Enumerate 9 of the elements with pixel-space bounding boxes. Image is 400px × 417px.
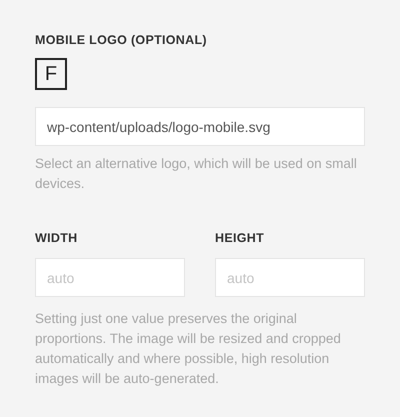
logo-preview: F bbox=[35, 58, 67, 90]
help-text: Setting just one value preserves the original proportions. The image will be resized and cropped automatically and where possible, high resolution images will be auto-generated. bbox=[35, 310, 342, 388]
field-label: HEIGHT bbox=[215, 230, 266, 246]
input-field[interactable]: wp-content/uploads/logo-mobile.svg bbox=[35, 107, 365, 146]
help-text: Select an alternative logo, which will be used on small devices. bbox=[35, 155, 358, 193]
input-field[interactable]: auto bbox=[215, 258, 365, 297]
field-label: MOBILE LOGO (OPTIONAL) bbox=[35, 32, 208, 48]
field-label: WIDTH bbox=[35, 230, 78, 246]
input-field[interactable]: auto bbox=[35, 258, 185, 297]
